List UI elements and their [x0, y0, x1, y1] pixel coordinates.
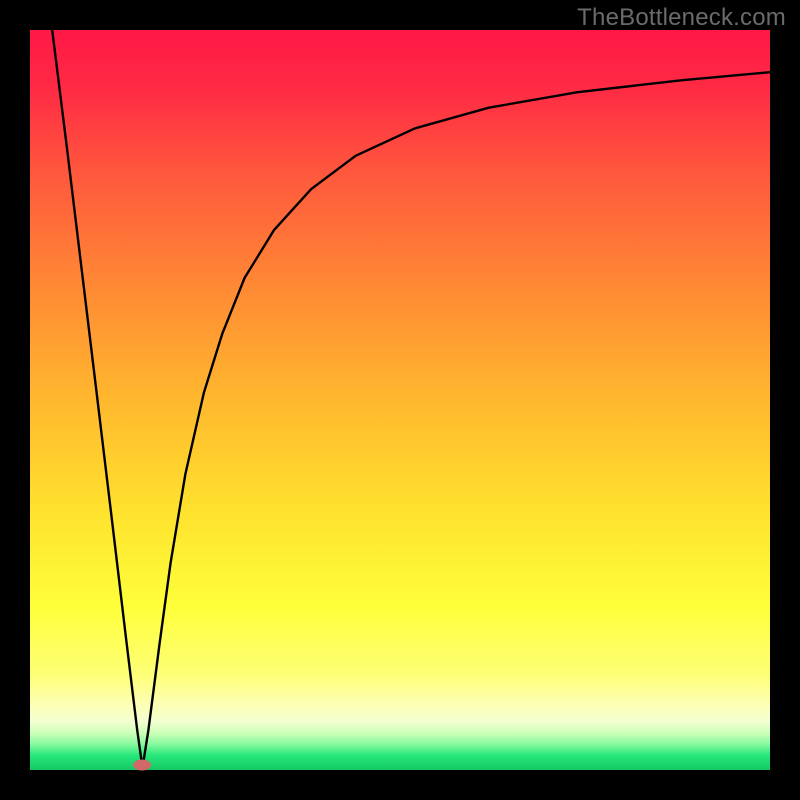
curve-svg	[30, 30, 770, 770]
bottleneck-curve	[52, 30, 770, 768]
minimum-marker	[133, 759, 151, 770]
watermark-text: TheBottleneck.com	[577, 4, 786, 32]
plot-area	[30, 30, 770, 770]
chart-frame: TheBottleneck.com	[0, 0, 800, 800]
